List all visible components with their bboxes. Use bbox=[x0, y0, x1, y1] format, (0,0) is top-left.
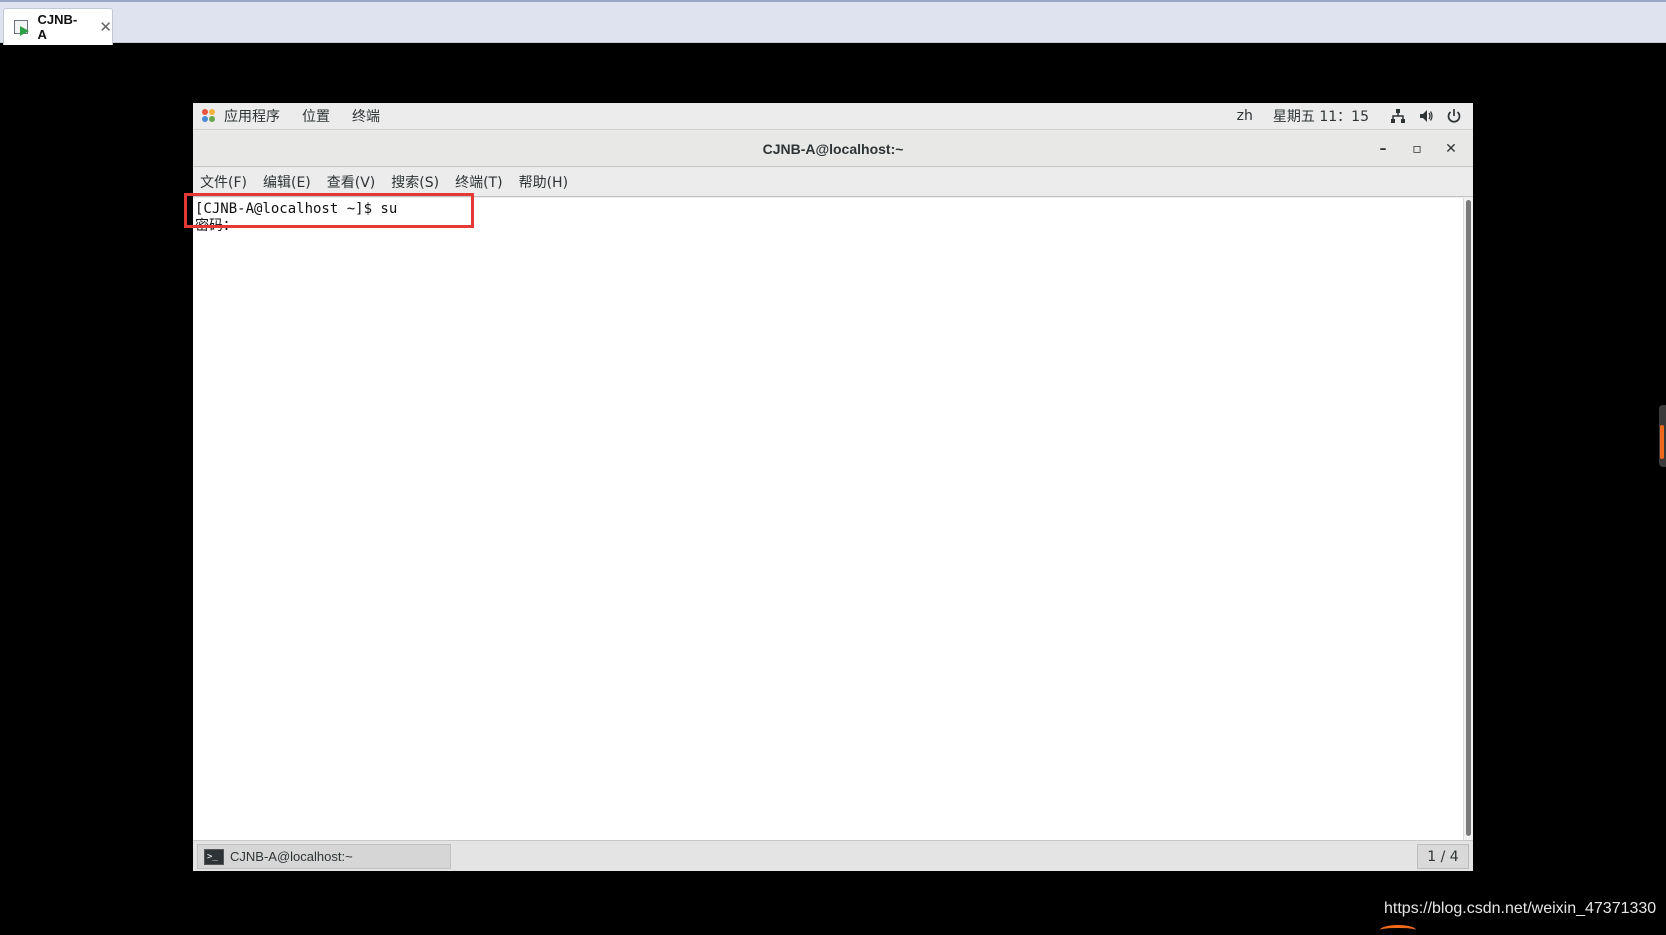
minimize-button[interactable]: – bbox=[1371, 137, 1395, 161]
side-panel-handle[interactable] bbox=[1659, 405, 1666, 467]
taskbar-window-button[interactable]: >_ CJNB-A@localhost:~ bbox=[197, 844, 451, 869]
window-controls: – ▫ ✕ bbox=[1361, 131, 1463, 167]
terminal-titlebar[interactable]: CJNB-A@localhost:~ – ▫ ✕ bbox=[193, 131, 1473, 167]
menu-places[interactable]: 位置 bbox=[302, 106, 330, 126]
close-icon[interactable]: ✕ bbox=[99, 18, 112, 36]
taskbar-window-label: CJNB-A@localhost:~ bbox=[230, 849, 353, 864]
annotation-highlight-box bbox=[184, 193, 474, 228]
terminal-icon: >_ bbox=[204, 848, 224, 865]
vm-tab[interactable]: CJNB-A ✕ bbox=[3, 8, 113, 45]
decorative-swoosh bbox=[1380, 925, 1416, 935]
guest-screen: 应用程序 位置 终端 zh 星期五 11：15 CJNB-A@localhost… bbox=[184, 103, 1473, 871]
clock[interactable]: 星期五 11：15 bbox=[1273, 106, 1369, 126]
close-button[interactable]: ✕ bbox=[1439, 137, 1463, 161]
menu-edit[interactable]: 编辑(E) bbox=[263, 172, 311, 192]
menu-terminal[interactable]: 终端 bbox=[352, 106, 380, 126]
menu-file[interactable]: 文件(F) bbox=[200, 172, 247, 192]
input-language[interactable]: zh bbox=[1237, 108, 1253, 124]
scrollbar-thumb[interactable] bbox=[1466, 200, 1471, 836]
applications-icon bbox=[202, 109, 216, 123]
workspace-pager[interactable]: 1 / 4 bbox=[1417, 844, 1469, 869]
terminal-output[interactable]: [CJNB-A@localhost ~]$ su 密码： bbox=[193, 198, 1463, 840]
vm-tab-label: CJNB-A bbox=[37, 12, 78, 42]
menu-help[interactable]: 帮助(H) bbox=[519, 172, 568, 192]
volume-icon[interactable] bbox=[1417, 107, 1435, 125]
vm-icon bbox=[12, 17, 32, 37]
network-icon[interactable] bbox=[1389, 107, 1407, 125]
gnome-top-bar: 应用程序 位置 终端 zh 星期五 11：15 bbox=[193, 103, 1473, 130]
menu-view[interactable]: 查看(V) bbox=[327, 172, 376, 192]
menu-search[interactable]: 搜索(S) bbox=[391, 172, 439, 192]
watermark: https://blog.csdn.net/weixin_47371330 bbox=[1384, 900, 1657, 917]
window-title: CJNB-A@localhost:~ bbox=[762, 140, 904, 157]
maximize-button[interactable]: ▫ bbox=[1405, 137, 1429, 161]
bottom-taskbar: >_ CJNB-A@localhost:~ 1 / 4 bbox=[193, 840, 1473, 871]
menu-applications[interactable]: 应用程序 bbox=[224, 106, 280, 126]
terminal-scrollbar[interactable] bbox=[1463, 198, 1473, 840]
power-icon[interactable] bbox=[1445, 107, 1463, 125]
host-tabbar: CJNB-A ✕ bbox=[0, 0, 1666, 45]
menu-terminal-settings[interactable]: 终端(T) bbox=[455, 172, 502, 192]
